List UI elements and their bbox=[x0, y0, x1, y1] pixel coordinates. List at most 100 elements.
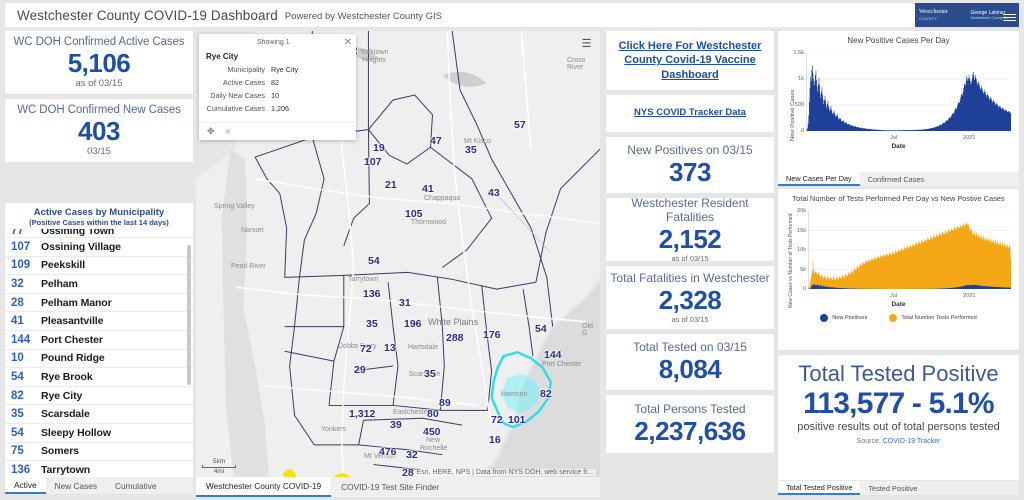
layer-list-icon[interactable]: ☰ bbox=[579, 37, 594, 51]
map-case-count-label[interactable]: 31 bbox=[399, 297, 411, 309]
map-case-count-label[interactable]: 107 bbox=[364, 156, 382, 168]
stat-value: 373 bbox=[669, 157, 711, 187]
map-case-count-label[interactable]: 19 bbox=[373, 142, 385, 154]
tab-tested-positive[interactable]: Tested Positive bbox=[860, 481, 925, 495]
map-case-count-label[interactable]: 89 bbox=[439, 397, 451, 409]
map-case-count-label[interactable]: 35 bbox=[366, 318, 378, 330]
map-case-count-label[interactable]: 136 bbox=[363, 288, 381, 300]
map-case-count-label[interactable]: 54 bbox=[368, 255, 380, 267]
legend-item[interactable]: New Positives bbox=[820, 314, 867, 322]
westchester-county-logo[interactable]: Westchester COUNTY George Latimer Westch… bbox=[915, 3, 1019, 27]
municipality-tabbar[interactable]: Active New Cases Cumulative bbox=[5, 477, 193, 494]
map-case-count-label[interactable]: 39 bbox=[390, 419, 402, 431]
municipality-list[interactable]: 77 Ossining Town 107 Ossining Village 109… bbox=[5, 229, 193, 477]
list-item[interactable]: 32 Pelham bbox=[5, 275, 193, 294]
stats-column: Click Here For Westchester County Covid-… bbox=[606, 31, 774, 497]
list-item[interactable]: 54 Rye Brook bbox=[5, 368, 193, 387]
map-case-count-label[interactable]: 16 bbox=[489, 434, 501, 446]
municipality-name: Ossining Town bbox=[41, 229, 115, 237]
map-case-count-label[interactable]: 72 bbox=[360, 343, 372, 355]
municipality-count: 82 bbox=[11, 389, 24, 402]
list-item[interactable]: 10 Pound Ridge bbox=[5, 350, 193, 369]
covid-tracker-link[interactable]: COVID-19 Tracker bbox=[883, 438, 941, 445]
map-case-count-label[interactable]: 29 bbox=[354, 364, 366, 376]
map-place-label: Eastchester bbox=[393, 409, 430, 416]
map-panel[interactable]: Yorktown Heights Cross River Mt Kisco Chappa… bbox=[196, 31, 600, 497]
list-scrollbar[interactable] bbox=[187, 229, 192, 477]
stat-title: Total Fatalities in Westchester bbox=[610, 271, 770, 285]
chart1-tabbar[interactable]: New Cases Per Day Confirmed Cases bbox=[778, 172, 1019, 186]
municipality-name: Somers bbox=[41, 445, 79, 458]
map-case-count-label[interactable]: 476 bbox=[379, 446, 397, 458]
legend-item[interactable]: Total Number Tests Performed bbox=[889, 314, 977, 322]
zoom-to-icon[interactable]: ⌕ bbox=[226, 126, 231, 137]
list-item[interactable]: 54 Sleepy Hollow bbox=[5, 424, 193, 443]
card-new-cases: WC DOH Confirmed New Cases 403 03/15 bbox=[5, 99, 193, 162]
tab-covid-19-test-site-finder[interactable]: COVID-19 Test Site Finder bbox=[331, 477, 449, 497]
list-item[interactable]: 41 Pleasantville bbox=[5, 312, 193, 331]
list-item[interactable]: 28 Pelham Manor bbox=[5, 294, 193, 313]
tab-new-cases[interactable]: New Cases bbox=[46, 477, 106, 494]
map-case-count-label[interactable]: 54 bbox=[535, 323, 547, 335]
card-tracker-link[interactable]: NYS COVID Tracker Data bbox=[606, 95, 774, 132]
ttp-source-prefix: Source: bbox=[856, 438, 883, 445]
tab-active[interactable]: Active bbox=[5, 477, 46, 494]
tab-westchester-county-covid-19[interactable]: Westchester County COVID-19 bbox=[196, 477, 332, 497]
map-feature-popup[interactable]: Showing 1 ✕ Rye City Municipality Rye Ci… bbox=[199, 34, 356, 140]
map-case-count-label[interactable]: 47 bbox=[430, 135, 442, 147]
map-place-label: Cross River bbox=[567, 57, 586, 71]
nys-tracker-link[interactable]: NYS COVID Tracker Data bbox=[606, 102, 774, 125]
map-case-count-label[interactable]: 43 bbox=[488, 187, 500, 199]
popup-field: Cumulative Cases 1,206 bbox=[199, 104, 356, 114]
municipality-count: 107 bbox=[11, 240, 31, 253]
ttp-value: 113,577 - 5.1% bbox=[803, 387, 994, 420]
vaccine-dashboard-link[interactable]: Click Here For Westchester County Covid-… bbox=[606, 35, 774, 87]
map-case-count-label[interactable]: 105 bbox=[405, 208, 423, 220]
list-item[interactable]: 77 Ossining Town bbox=[5, 229, 193, 238]
popup-tools: ✥ ⌕ bbox=[199, 122, 356, 140]
popup-field: Municipality Rye City bbox=[199, 65, 356, 75]
map-case-count-label[interactable]: 196 bbox=[404, 318, 422, 330]
map-case-count-label[interactable]: 1,312 bbox=[349, 408, 375, 420]
stat-asof: as of 03/15 bbox=[671, 254, 709, 263]
tab-confirmed-cases[interactable]: Confirmed Cases bbox=[860, 172, 932, 186]
map-case-count-label[interactable]: 80 bbox=[427, 408, 439, 420]
list-item[interactable]: 109 Peekskill bbox=[5, 257, 193, 276]
map-case-count-label[interactable]: 35 bbox=[424, 368, 436, 380]
ttp-tabbar[interactable]: Total Tested Positive Tested Positive bbox=[778, 481, 1019, 495]
map-case-count-label[interactable]: 72 bbox=[491, 414, 503, 426]
map-case-count-label[interactable]: 57 bbox=[514, 119, 526, 131]
tab-cumulative[interactable]: Cumulative bbox=[106, 477, 166, 494]
map-case-count-label[interactable]: 21 bbox=[385, 179, 397, 191]
list-item[interactable]: 75 Somers bbox=[5, 443, 193, 462]
municipality-count: 136 bbox=[11, 463, 31, 476]
list-item[interactable]: 144 Port Chester bbox=[5, 331, 193, 350]
tab-total-tested-positive[interactable]: Total Tested Positive bbox=[778, 481, 861, 495]
map-case-count-label[interactable]: 450 bbox=[423, 426, 441, 438]
map-case-count-label[interactable]: 82 bbox=[540, 388, 552, 400]
scrollbar-thumb[interactable] bbox=[187, 245, 191, 385]
map-case-count-label[interactable]: 144 bbox=[544, 349, 562, 361]
list-item[interactable]: 107 Ossining Village bbox=[5, 238, 193, 257]
card-municipality-list: Active Cases by Municipality (Positive C… bbox=[5, 203, 193, 494]
list-item[interactable]: 136 Tarrytown bbox=[5, 461, 193, 477]
map-case-count-label[interactable]: 13 bbox=[384, 342, 396, 354]
list-item[interactable]: 35 Scarsdale bbox=[5, 405, 193, 424]
list-item[interactable]: 82 Rye City bbox=[5, 387, 193, 406]
map-case-count-label[interactable]: 35 bbox=[465, 144, 477, 156]
tab-new-cases-per-day[interactable]: New Cases Per Day bbox=[778, 172, 860, 186]
municipality-name: Tarrytown bbox=[41, 463, 91, 476]
map-case-count-label[interactable]: 101 bbox=[508, 414, 526, 426]
map-place-label: Thornwood bbox=[411, 219, 447, 226]
map-case-count-label[interactable]: 288 bbox=[446, 332, 464, 344]
page-title: Westchester County COVID-19 Dashboard bbox=[17, 7, 278, 23]
map-case-count-label[interactable]: 41 bbox=[422, 183, 434, 195]
card-vaccine-link[interactable]: Click Here For Westchester County Covid-… bbox=[606, 31, 774, 90]
card-stat: Westchester Resident Fatalities 2,152 as… bbox=[606, 196, 774, 263]
map-case-count-label[interactable]: 32 bbox=[406, 449, 418, 461]
stat-value: 8,084 bbox=[658, 354, 722, 384]
close-icon[interactable]: ✕ bbox=[344, 37, 352, 48]
map-tabbar[interactable]: Westchester County COVID-19 COVID-19 Test… bbox=[196, 477, 600, 497]
pan-icon[interactable]: ✥ bbox=[207, 126, 215, 137]
map-case-count-label[interactable]: 176 bbox=[483, 329, 501, 341]
